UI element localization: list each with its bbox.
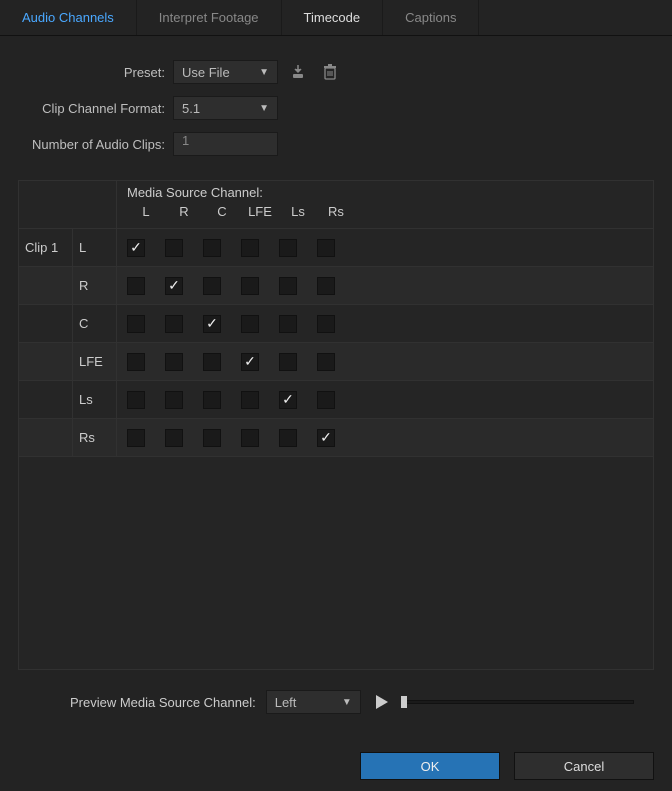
channel-checkbox[interactable]: ✓ <box>279 391 297 409</box>
channel-checkbox[interactable] <box>317 315 335 333</box>
channel-row: Ls ✓ <box>19 381 653 419</box>
channel-checkbox[interactable] <box>127 353 145 371</box>
channel-checkbox[interactable]: ✓ <box>165 277 183 295</box>
save-preset-icon[interactable] <box>286 60 310 84</box>
ok-button[interactable]: OK <box>360 752 500 780</box>
channel-checkbox[interactable] <box>127 315 145 333</box>
channel-checkbox[interactable] <box>203 353 221 371</box>
channel-label-cell: L <box>73 229 117 266</box>
channel-checkbox[interactable] <box>165 353 183 371</box>
channel-label-cell: LFE <box>73 343 117 380</box>
preview-slider[interactable] <box>403 700 634 704</box>
num-clips-input[interactable]: 1 <box>173 132 278 156</box>
chevron-down-icon: ▼ <box>342 697 352 708</box>
channel-checkbox[interactable] <box>203 239 221 257</box>
clip-name-cell <box>19 381 73 418</box>
channel-checkbox[interactable] <box>317 239 335 257</box>
channel-label-cell: Ls <box>73 381 117 418</box>
channel-label-cell: R <box>73 267 117 304</box>
clip-name-cell <box>19 343 73 380</box>
channel-checkbox[interactable] <box>279 277 297 295</box>
channel-row: Clip 1L ✓ <box>19 229 653 267</box>
channel-row: LFE ✓ <box>19 343 653 381</box>
clip-channel-format-value: 5.1 <box>182 101 200 116</box>
tab-timecode[interactable]: Timecode <box>282 0 384 35</box>
chevron-down-icon: ▼ <box>259 67 269 78</box>
checkbox-row: ✓ <box>117 229 653 266</box>
preset-value: Use File <box>182 65 230 80</box>
clip-name-cell: Clip 1 <box>19 229 73 266</box>
channel-checkbox[interactable] <box>279 315 297 333</box>
channel-row: R✓ <box>19 267 653 305</box>
channel-checkbox[interactable] <box>241 429 259 447</box>
channel-checkbox[interactable] <box>165 429 183 447</box>
channel-checkbox[interactable] <box>203 391 221 409</box>
channel-checkbox[interactable] <box>279 239 297 257</box>
channel-checkbox[interactable]: ✓ <box>241 353 259 371</box>
preview-channel-dropdown[interactable]: Left ▼ <box>266 690 361 714</box>
channel-label-cell: C <box>73 305 117 342</box>
trash-icon[interactable] <box>318 60 342 84</box>
channel-checkbox[interactable]: ✓ <box>203 315 221 333</box>
tab-audio-channels[interactable]: Audio Channels <box>0 0 137 35</box>
channel-row: C✓ <box>19 305 653 343</box>
channel-checkbox[interactable] <box>165 239 183 257</box>
slider-thumb[interactable] <box>401 696 407 708</box>
num-clips-label: Number of Audio Clips: <box>0 137 165 152</box>
column-header: LFE <box>241 204 279 219</box>
checkbox-row: ✓ <box>117 343 653 380</box>
preset-label: Preset: <box>0 65 165 80</box>
channel-checkbox[interactable] <box>127 277 145 295</box>
channel-checkbox[interactable] <box>317 353 335 371</box>
play-button[interactable] <box>371 691 393 713</box>
clip-name-cell <box>19 267 73 304</box>
channel-checkbox[interactable] <box>317 391 335 409</box>
tab-bar: Audio Channels Interpret Footage Timecod… <box>0 0 672 36</box>
preview-label: Preview Media Source Channel: <box>70 695 256 710</box>
checkbox-row: ✓ <box>117 381 653 418</box>
channel-grid: Media Source Channel: LRCLFELsRs Clip 1L… <box>18 180 654 670</box>
tab-interpret-footage[interactable]: Interpret Footage <box>137 0 282 35</box>
clip-channel-format-dropdown[interactable]: 5.1 ▼ <box>173 96 278 120</box>
channel-checkbox[interactable] <box>241 239 259 257</box>
channel-label-cell: Rs <box>73 419 117 456</box>
channel-checkbox[interactable]: ✓ <box>317 429 335 447</box>
preview-channel-value: Left <box>275 695 297 710</box>
column-header: Ls <box>279 204 317 219</box>
checkbox-row: ✓ <box>117 419 653 456</box>
clip-channel-format-label: Clip Channel Format: <box>0 101 165 116</box>
column-header: R <box>165 204 203 219</box>
channel-checkbox[interactable]: ✓ <box>127 239 145 257</box>
clip-name-cell <box>19 305 73 342</box>
checkbox-row: ✓ <box>117 305 653 342</box>
channel-checkbox[interactable] <box>279 353 297 371</box>
channel-checkbox[interactable] <box>127 429 145 447</box>
channel-checkbox[interactable] <box>127 391 145 409</box>
tab-captions[interactable]: Captions <box>383 0 479 35</box>
column-header: C <box>203 204 241 219</box>
channel-checkbox[interactable] <box>241 277 259 295</box>
checkbox-row: ✓ <box>117 267 653 304</box>
channel-checkbox[interactable] <box>165 315 183 333</box>
column-header: Rs <box>317 204 355 219</box>
channel-checkbox[interactable] <box>241 391 259 409</box>
channel-checkbox[interactable] <box>165 391 183 409</box>
channel-checkbox[interactable] <box>203 277 221 295</box>
chevron-down-icon: ▼ <box>259 103 269 114</box>
form-area: Preset: Use File ▼ Clip Channel Format: … <box>0 36 672 172</box>
cancel-button[interactable]: Cancel <box>514 752 654 780</box>
column-header: L <box>127 204 165 219</box>
channel-row: Rs ✓ <box>19 419 653 457</box>
channel-checkbox[interactable] <box>203 429 221 447</box>
clip-name-cell <box>19 419 73 456</box>
channel-checkbox[interactable] <box>241 315 259 333</box>
preset-dropdown[interactable]: Use File ▼ <box>173 60 278 84</box>
channel-checkbox[interactable] <box>317 277 335 295</box>
media-source-channel-label: Media Source Channel: <box>123 185 647 200</box>
channel-checkbox[interactable] <box>279 429 297 447</box>
